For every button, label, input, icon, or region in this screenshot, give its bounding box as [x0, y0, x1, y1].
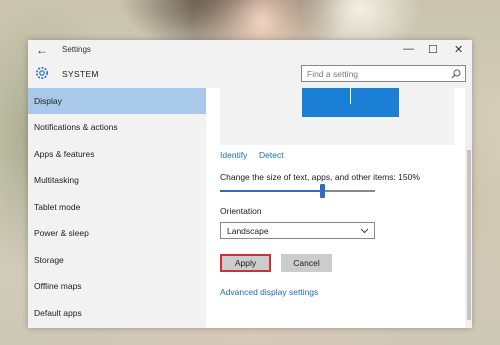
sidebar-item-multitasking[interactable]: Multitasking [28, 167, 206, 193]
orientation-dropdown[interactable]: Landscape [220, 222, 375, 239]
search-icon[interactable] [451, 69, 461, 79]
gear-icon [36, 67, 48, 79]
sidebar-item-storage[interactable]: Storage [28, 247, 206, 273]
maximize-button[interactable]: ☐ [428, 43, 438, 56]
section-title: SYSTEM [62, 69, 99, 79]
minimize-button[interactable]: — [403, 43, 414, 55]
monitor-tile[interactable] [302, 88, 399, 117]
sidebar: Display Notifications & actions Apps & f… [28, 88, 206, 328]
close-button[interactable]: ✕ [454, 43, 463, 56]
search-input[interactable]: Find a setting [301, 65, 466, 82]
monitor-divider [350, 88, 351, 104]
title-bar: ← Settings — ☐ ✕ [28, 40, 472, 60]
sidebar-item-default-apps[interactable]: Default apps [28, 300, 206, 326]
apply-button[interactable]: Apply [220, 254, 271, 272]
sidebar-item-notifications[interactable]: Notifications & actions [28, 114, 206, 140]
scale-slider-fill [220, 190, 322, 192]
display-settings: Identify Detect Change the size of text,… [206, 88, 472, 328]
window-title: Settings [62, 45, 91, 54]
identify-link[interactable]: Identify [220, 150, 247, 160]
chevron-down-icon [360, 228, 369, 234]
sidebar-item-tablet-mode[interactable]: Tablet mode [28, 194, 206, 220]
sidebar-item-apps-features[interactable]: Apps & features [28, 141, 206, 167]
detect-link[interactable]: Detect [259, 150, 284, 160]
scale-label: Change the size of text, apps, and other… [220, 172, 420, 182]
advanced-display-settings-link[interactable]: Advanced display settings [220, 287, 318, 297]
scale-slider-thumb[interactable] [320, 184, 325, 198]
monitor-preview-area [220, 88, 454, 145]
search-placeholder: Find a setting [307, 69, 359, 79]
scale-slider[interactable] [220, 184, 375, 198]
scrollbar-thumb[interactable] [467, 150, 471, 320]
orientation-label: Orientation [220, 206, 262, 216]
orientation-value: Landscape [227, 226, 269, 236]
sidebar-item-offline-maps[interactable]: Offline maps [28, 273, 206, 299]
settings-window: ← Settings — ☐ ✕ SYSTEM Find a setting D… [28, 40, 472, 328]
sidebar-item-power-sleep[interactable]: Power & sleep [28, 220, 206, 246]
back-arrow-icon[interactable]: ← [36, 43, 48, 57]
system-header: SYSTEM Find a setting [28, 60, 472, 88]
cancel-button[interactable]: Cancel [281, 254, 332, 272]
sidebar-item-display[interactable]: Display [28, 88, 206, 114]
scrollbar[interactable] [465, 88, 472, 328]
